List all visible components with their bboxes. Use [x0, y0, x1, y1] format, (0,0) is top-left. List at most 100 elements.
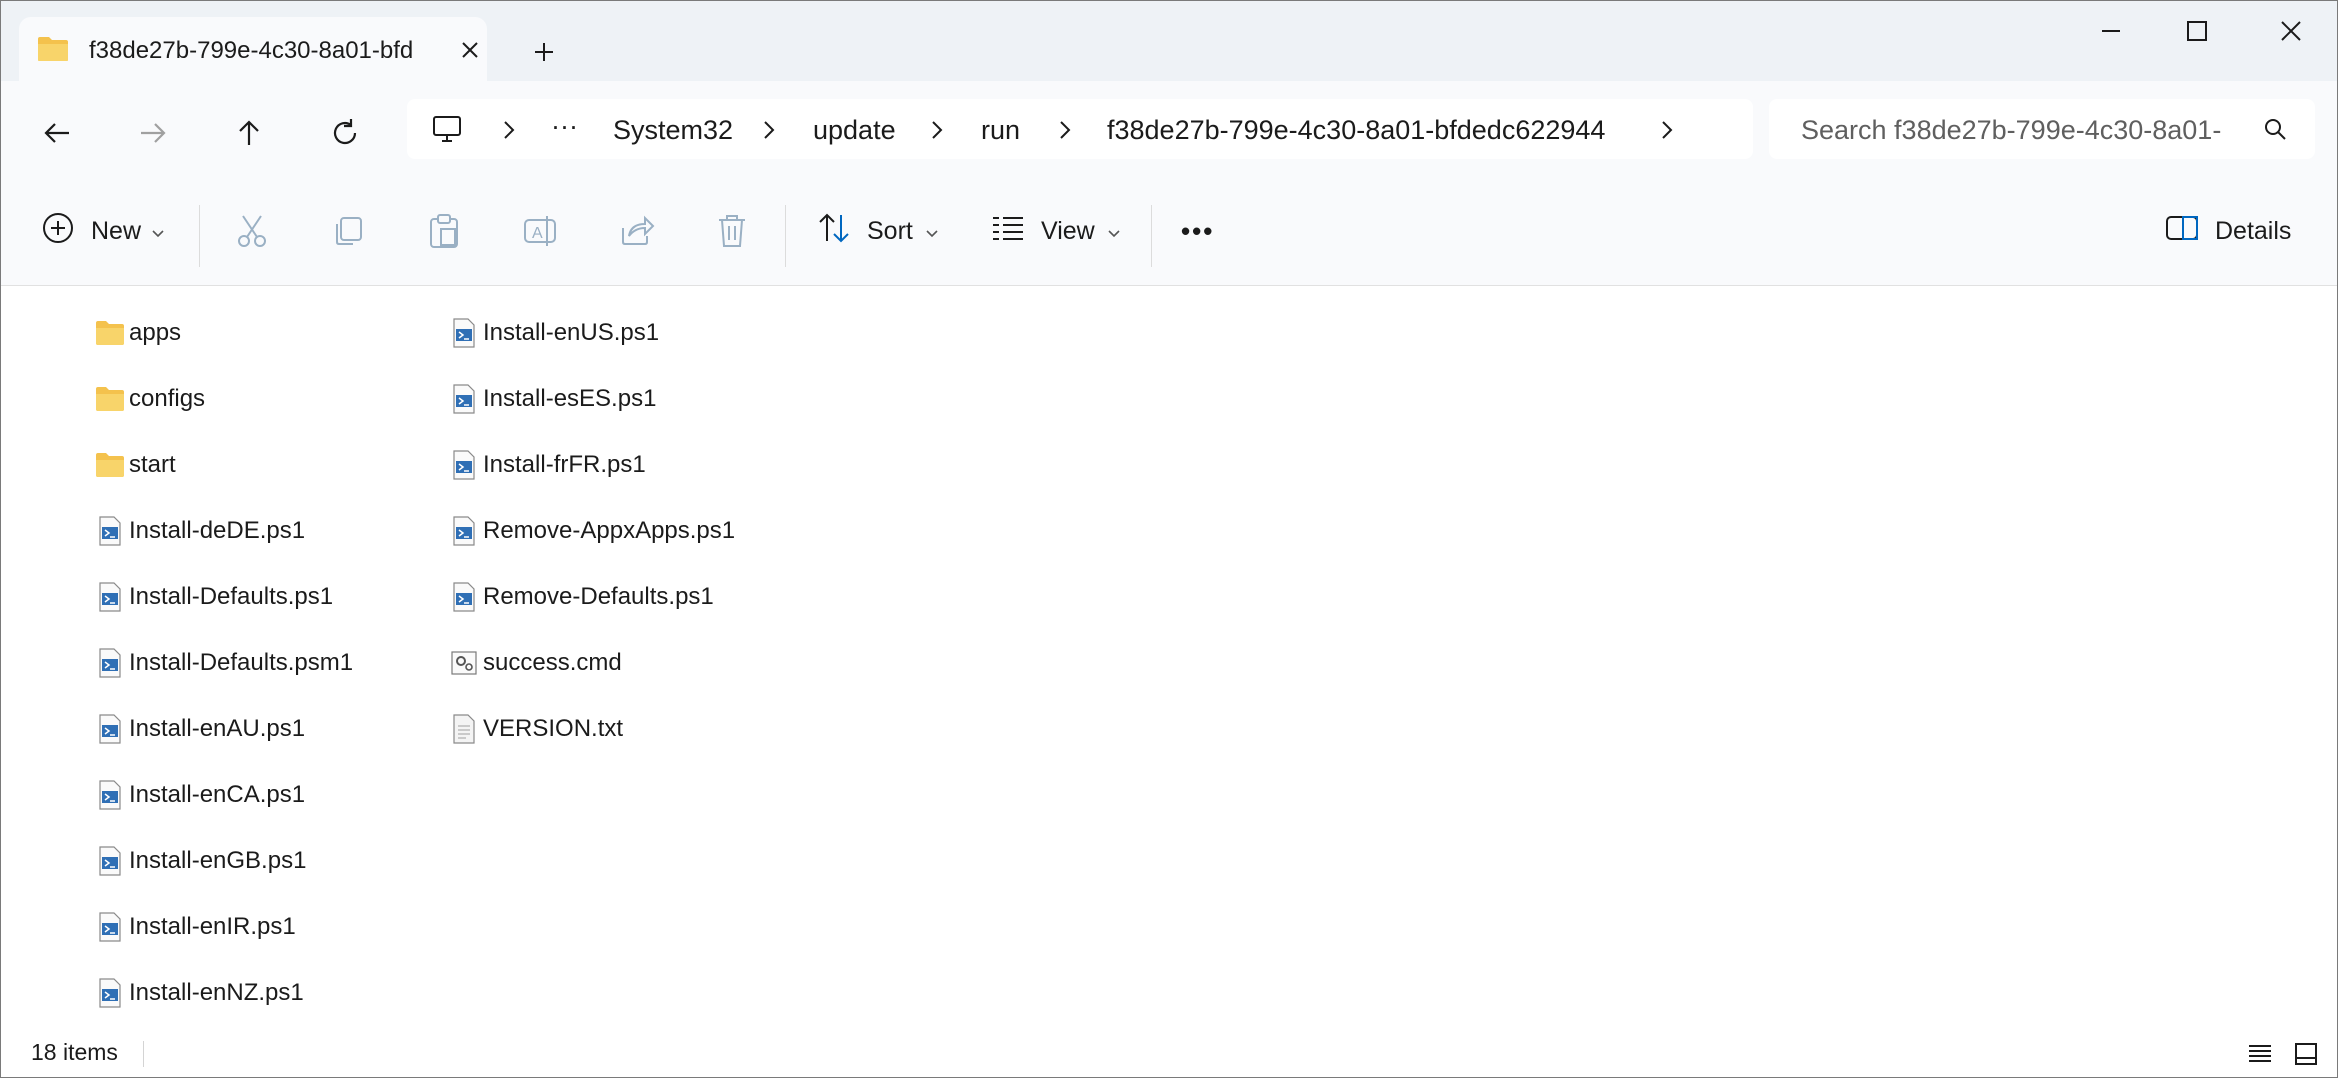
- refresh-button[interactable]: [325, 113, 365, 153]
- powershell-script-icon: [449, 384, 479, 414]
- file-explorer-window: f38de27b-799e-4c30-8a01-bfd ··· System32…: [0, 0, 2338, 1078]
- chevron-down-icon: [151, 217, 165, 246]
- new-button[interactable]: New: [41, 207, 165, 255]
- chevron-right-icon[interactable]: [501, 119, 517, 146]
- file-item[interactable]: Install-enGB.ps1: [95, 841, 306, 881]
- file-item[interactable]: Install-Defaults.psm1: [95, 643, 353, 683]
- file-item[interactable]: Install-enAU.ps1: [95, 709, 305, 749]
- file-name: start: [129, 451, 176, 478]
- forward-button[interactable]: [133, 113, 173, 153]
- tab-current-folder[interactable]: f38de27b-799e-4c30-8a01-bfd: [19, 17, 487, 81]
- copy-button[interactable]: [331, 207, 365, 255]
- file-name: Install-Defaults.psm1: [129, 649, 354, 676]
- tab-title: f38de27b-799e-4c30-8a01-bfd: [89, 37, 414, 64]
- share-button[interactable]: [619, 207, 655, 255]
- cmd-file-icon: [449, 648, 479, 678]
- delete-button[interactable]: [715, 207, 749, 255]
- file-name: apps: [129, 319, 182, 346]
- cut-button[interactable]: [235, 207, 269, 255]
- close-tab-icon[interactable]: [457, 37, 483, 63]
- plus-circle-icon: [41, 211, 75, 252]
- folder-icon: [95, 384, 125, 414]
- details-view-toggle[interactable]: [2247, 1041, 2273, 1072]
- breadcrumb-current-folder[interactable]: f38de27b-799e-4c30-8a01-bfdedc622944: [1107, 115, 1605, 146]
- details-label: Details: [2215, 216, 2292, 245]
- more-options-button[interactable]: •••: [1181, 207, 1214, 255]
- chevron-right-icon[interactable]: [1057, 119, 1073, 146]
- file-name: Install-enUS.ps1: [483, 319, 660, 346]
- breadcrumb-overflow[interactable]: ···: [551, 111, 578, 142]
- file-name: Install-enCA.ps1: [129, 781, 306, 808]
- chevron-right-icon[interactable]: [1659, 119, 1675, 146]
- sort-button[interactable]: Sort: [817, 207, 939, 255]
- file-item[interactable]: Remove-Defaults.ps1: [449, 577, 714, 617]
- file-name: Install-deDE.ps1: [129, 517, 306, 544]
- paste-button[interactable]: [427, 207, 461, 255]
- copy-icon: [336, 217, 362, 245]
- scissors-icon: [238, 215, 266, 247]
- this-pc-icon[interactable]: [431, 113, 463, 150]
- address-bar[interactable]: ··· System32 update run f38de27b-799e-4c…: [407, 99, 1753, 159]
- breadcrumb-update[interactable]: update: [813, 115, 896, 146]
- search-box[interactable]: [1769, 99, 2315, 159]
- share-icon: [622, 215, 655, 245]
- toolbar-divider: [199, 205, 200, 267]
- back-button[interactable]: [37, 113, 77, 153]
- file-list: apps configs start Install-deDE.ps1 Install-…: [1, 286, 2337, 1031]
- file-item[interactable]: Install-esES.ps1: [449, 379, 656, 419]
- powershell-script-icon: [449, 582, 479, 612]
- details-pane-button[interactable]: Details: [2165, 207, 2291, 255]
- file-item[interactable]: Install-enNZ.ps1: [95, 973, 304, 1013]
- file-item[interactable]: start: [95, 445, 176, 485]
- powershell-script-icon: [95, 648, 125, 678]
- file-item[interactable]: VERSION.txt: [449, 709, 623, 749]
- sort-icon: [817, 211, 851, 252]
- sort-label: Sort: [867, 216, 913, 245]
- close-window-button[interactable]: [2261, 15, 2321, 47]
- maximize-button[interactable]: [2167, 15, 2227, 47]
- powershell-script-icon: [449, 516, 479, 546]
- details-pane-icon: [2165, 214, 2199, 249]
- file-item[interactable]: Install-enIR.ps1: [95, 907, 296, 947]
- powershell-script-icon: [95, 780, 125, 810]
- file-name: VERSION.txt: [483, 715, 624, 742]
- chevron-right-icon[interactable]: [929, 119, 945, 146]
- text-file-icon: [449, 714, 479, 744]
- item-count: 18 items: [31, 1039, 118, 1065]
- file-item[interactable]: Install-enUS.ps1: [449, 313, 659, 353]
- large-icons-view-icon: [2295, 1043, 2317, 1065]
- breadcrumb-run[interactable]: run: [981, 115, 1020, 146]
- chevron-right-icon[interactable]: [761, 119, 777, 146]
- file-item[interactable]: Install-deDE.ps1: [95, 511, 305, 551]
- view-button[interactable]: View: [991, 207, 1121, 255]
- file-name: Install-Defaults.ps1: [129, 583, 334, 610]
- file-name: Install-frFR.ps1: [483, 451, 646, 478]
- breadcrumb-system32[interactable]: System32: [613, 115, 733, 146]
- powershell-script-icon: [95, 582, 125, 612]
- file-item[interactable]: configs: [95, 379, 205, 419]
- file-name: Install-enIR.ps1: [129, 913, 296, 940]
- minimize-button[interactable]: [2081, 15, 2141, 47]
- new-label: New: [91, 216, 142, 245]
- rename-button[interactable]: A: [523, 207, 559, 255]
- folder-icon: [95, 318, 125, 348]
- file-item[interactable]: Install-enCA.ps1: [95, 775, 305, 815]
- toolbar-divider: [785, 205, 786, 267]
- file-item[interactable]: Install-frFR.ps1: [449, 445, 646, 485]
- chevron-down-icon: [925, 217, 939, 246]
- rename-icon: A: [524, 216, 556, 246]
- file-item[interactable]: success.cmd: [449, 643, 622, 683]
- new-tab-button[interactable]: [529, 37, 559, 67]
- file-name: Remove-Defaults.ps1: [483, 583, 714, 610]
- file-name: Remove-AppxApps.ps1: [483, 517, 736, 544]
- file-item[interactable]: apps: [95, 313, 181, 353]
- file-item[interactable]: Install-Defaults.ps1: [95, 577, 333, 617]
- large-icons-view-toggle[interactable]: [2293, 1041, 2319, 1072]
- search-icon[interactable]: [2263, 117, 2287, 146]
- up-button[interactable]: [229, 113, 269, 153]
- file-name: Install-enNZ.ps1: [129, 979, 304, 1006]
- view-label: View: [1041, 216, 1095, 245]
- file-item[interactable]: Remove-AppxApps.ps1: [449, 511, 735, 551]
- search-input[interactable]: [1799, 111, 2243, 149]
- svg-text:A: A: [532, 225, 543, 242]
